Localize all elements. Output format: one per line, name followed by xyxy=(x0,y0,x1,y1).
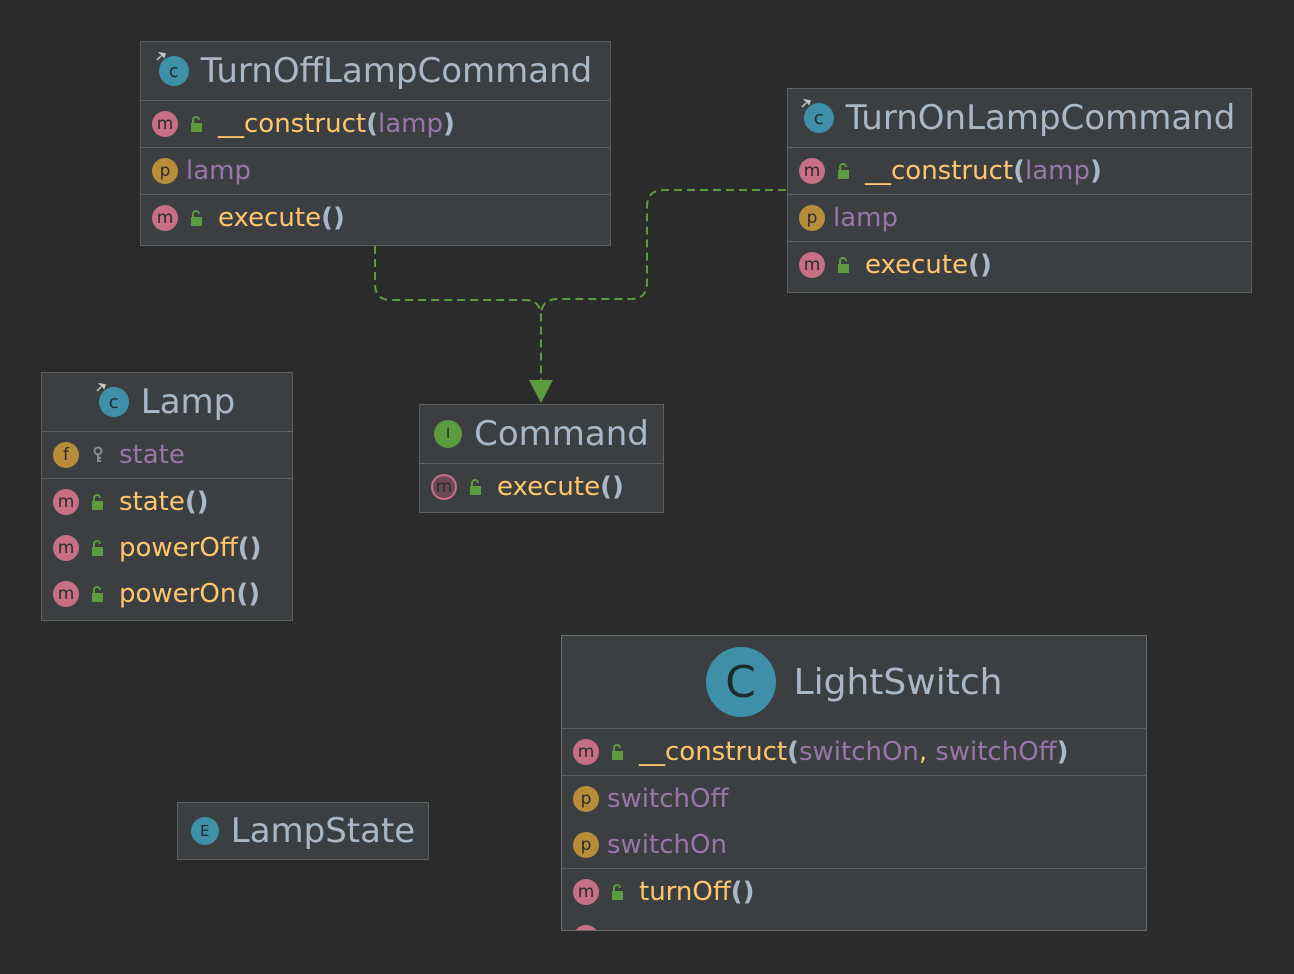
class-icon: c xyxy=(156,51,189,86)
enum-icon: E xyxy=(190,817,219,845)
node-header: c TurnOffLampCommand xyxy=(141,42,610,101)
method-icon: m xyxy=(152,111,178,137)
class-icon: c xyxy=(801,98,834,133)
node-turnonlampcommand[interactable]: c TurnOnLampCommand m __construct(lamp) … xyxy=(787,88,1252,293)
member-row[interactable]: m state() xyxy=(42,479,292,525)
member-row[interactable]: m turnOff() xyxy=(562,869,1146,915)
node-title: LightSwitch xyxy=(793,661,1003,703)
method-icon: m xyxy=(573,925,599,930)
node-title: Command xyxy=(474,414,649,454)
method-icon: m xyxy=(573,739,599,765)
node-lamp[interactable]: c Lamp f state m state() m powerOff() m … xyxy=(41,372,293,621)
private-key-icon xyxy=(87,444,109,466)
property-icon: p xyxy=(573,832,599,858)
property-icon: p xyxy=(152,158,178,184)
node-command[interactable]: I Command m execute() xyxy=(419,404,664,513)
public-lock-icon xyxy=(87,537,109,559)
member-row-clipped: m xyxy=(562,915,1146,930)
node-turnofflampcommand[interactable]: c TurnOffLampCommand m __construct(lamp)… xyxy=(140,41,611,246)
method-icon: m xyxy=(53,535,79,561)
member-row[interactable]: m __construct(lamp) xyxy=(141,101,610,147)
method-icon: m xyxy=(53,489,79,515)
property-icon: p xyxy=(799,205,825,231)
node-lightswitch[interactable]: C LightSwitch m __construct(switchOn, swi… xyxy=(561,635,1147,931)
member-row[interactable]: m powerOn() xyxy=(42,571,292,617)
member-row[interactable]: m powerOff() xyxy=(42,525,292,571)
method-icon: m xyxy=(799,252,825,278)
method-icon: m xyxy=(799,158,825,184)
node-header: I Command xyxy=(420,405,663,464)
node-header: E LampState xyxy=(178,803,428,859)
method-icon: m xyxy=(152,205,178,231)
field-icon: f xyxy=(53,442,79,468)
member-row[interactable]: p lamp xyxy=(141,148,610,194)
node-header: c Lamp xyxy=(42,373,292,432)
public-lock-icon xyxy=(186,207,208,229)
public-lock-icon xyxy=(833,160,855,182)
node-header: C LightSwitch xyxy=(562,636,1146,729)
node-header: c TurnOnLampCommand xyxy=(788,89,1251,148)
public-lock-icon xyxy=(607,881,629,903)
edge-arrowhead xyxy=(529,380,553,403)
public-lock-icon xyxy=(607,741,629,763)
class-icon: c xyxy=(96,382,129,417)
member-row[interactable]: m execute() xyxy=(141,195,610,241)
abstract-method-icon: m xyxy=(431,474,457,500)
interface-icon: I xyxy=(434,420,463,448)
public-lock-icon xyxy=(87,491,109,513)
node-title: Lamp xyxy=(140,382,236,422)
public-lock-icon xyxy=(186,113,208,135)
member-row[interactable]: p lamp xyxy=(788,195,1251,241)
member-row[interactable]: m __construct(lamp) xyxy=(788,148,1251,194)
member-row[interactable]: p switchOn xyxy=(562,822,1146,868)
edge-turnoff-to-command xyxy=(374,246,542,382)
method-icon: m xyxy=(53,581,79,607)
class-icon: C xyxy=(705,647,776,717)
member-row[interactable]: f state xyxy=(42,432,292,478)
node-lampstate[interactable]: E LampState xyxy=(177,802,429,860)
member-row[interactable]: m __construct(switchOn, switchOff) xyxy=(562,729,1146,775)
member-row[interactable]: m execute() xyxy=(420,464,663,510)
member-row[interactable]: p switchOff xyxy=(562,776,1146,822)
public-lock-icon xyxy=(833,254,855,276)
node-title: TurnOnLampCommand xyxy=(845,98,1236,138)
public-lock-icon xyxy=(465,476,487,498)
member-row[interactable]: m execute() xyxy=(788,242,1251,288)
node-title: LampState xyxy=(230,811,416,851)
node-title: TurnOffLampCommand xyxy=(200,51,593,91)
public-lock-icon xyxy=(87,583,109,605)
method-icon: m xyxy=(573,879,599,905)
property-icon: p xyxy=(573,786,599,812)
